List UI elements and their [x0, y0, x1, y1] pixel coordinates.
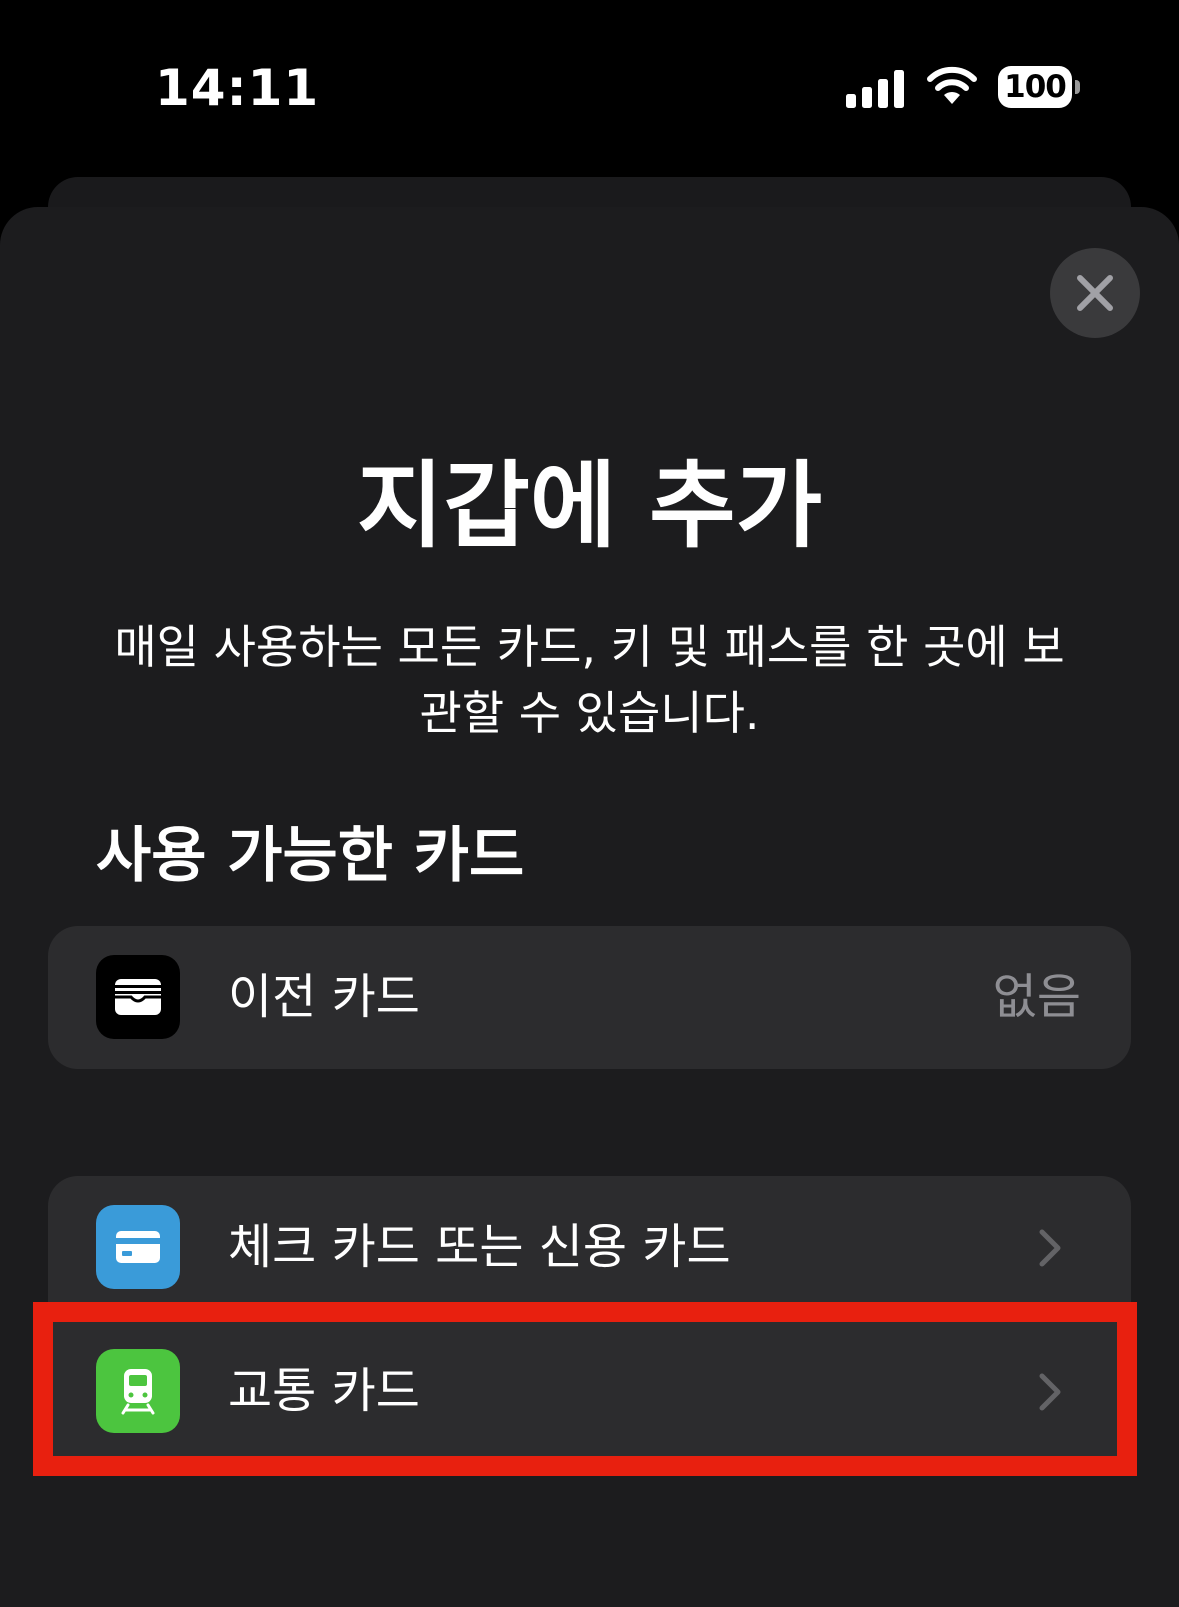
- debit-credit-card-row[interactable]: 체크 카드 또는 신용 카드: [48, 1176, 1131, 1319]
- previous-cards-group: 이전 카드 없음: [48, 926, 1131, 1069]
- status-time: 14:11: [155, 59, 320, 117]
- close-button[interactable]: [1050, 248, 1140, 338]
- available-cards-header: 사용 가능한 카드: [96, 821, 525, 891]
- credit-card-icon: [96, 1205, 180, 1289]
- cellular-signal-icon: [846, 70, 904, 108]
- battery-level: 100: [998, 66, 1072, 108]
- previous-cards-row[interactable]: 이전 카드 없음: [48, 926, 1131, 1069]
- previous-cards-value: 없음: [992, 969, 1081, 1025]
- status-bar: 14:11 100: [0, 0, 1179, 170]
- wallet-icon: [96, 955, 180, 1039]
- battery-icon: 100: [998, 66, 1084, 110]
- chevron-right-icon: [1039, 1229, 1061, 1267]
- sheet-subtitle: 매일 사용하는 모든 카드, 키 및 패스를 한 곳에 보관할 수 있습니다.: [114, 620, 1065, 740]
- debit-credit-card-label: 체크 카드 또는 신용 카드: [228, 1219, 731, 1275]
- close-icon: [1077, 275, 1113, 311]
- previous-cards-label: 이전 카드: [228, 969, 420, 1025]
- highlight-annotation: [33, 1302, 1137, 1476]
- wifi-icon: [927, 66, 977, 104]
- sheet-title: 지갑에 추가: [356, 452, 823, 561]
